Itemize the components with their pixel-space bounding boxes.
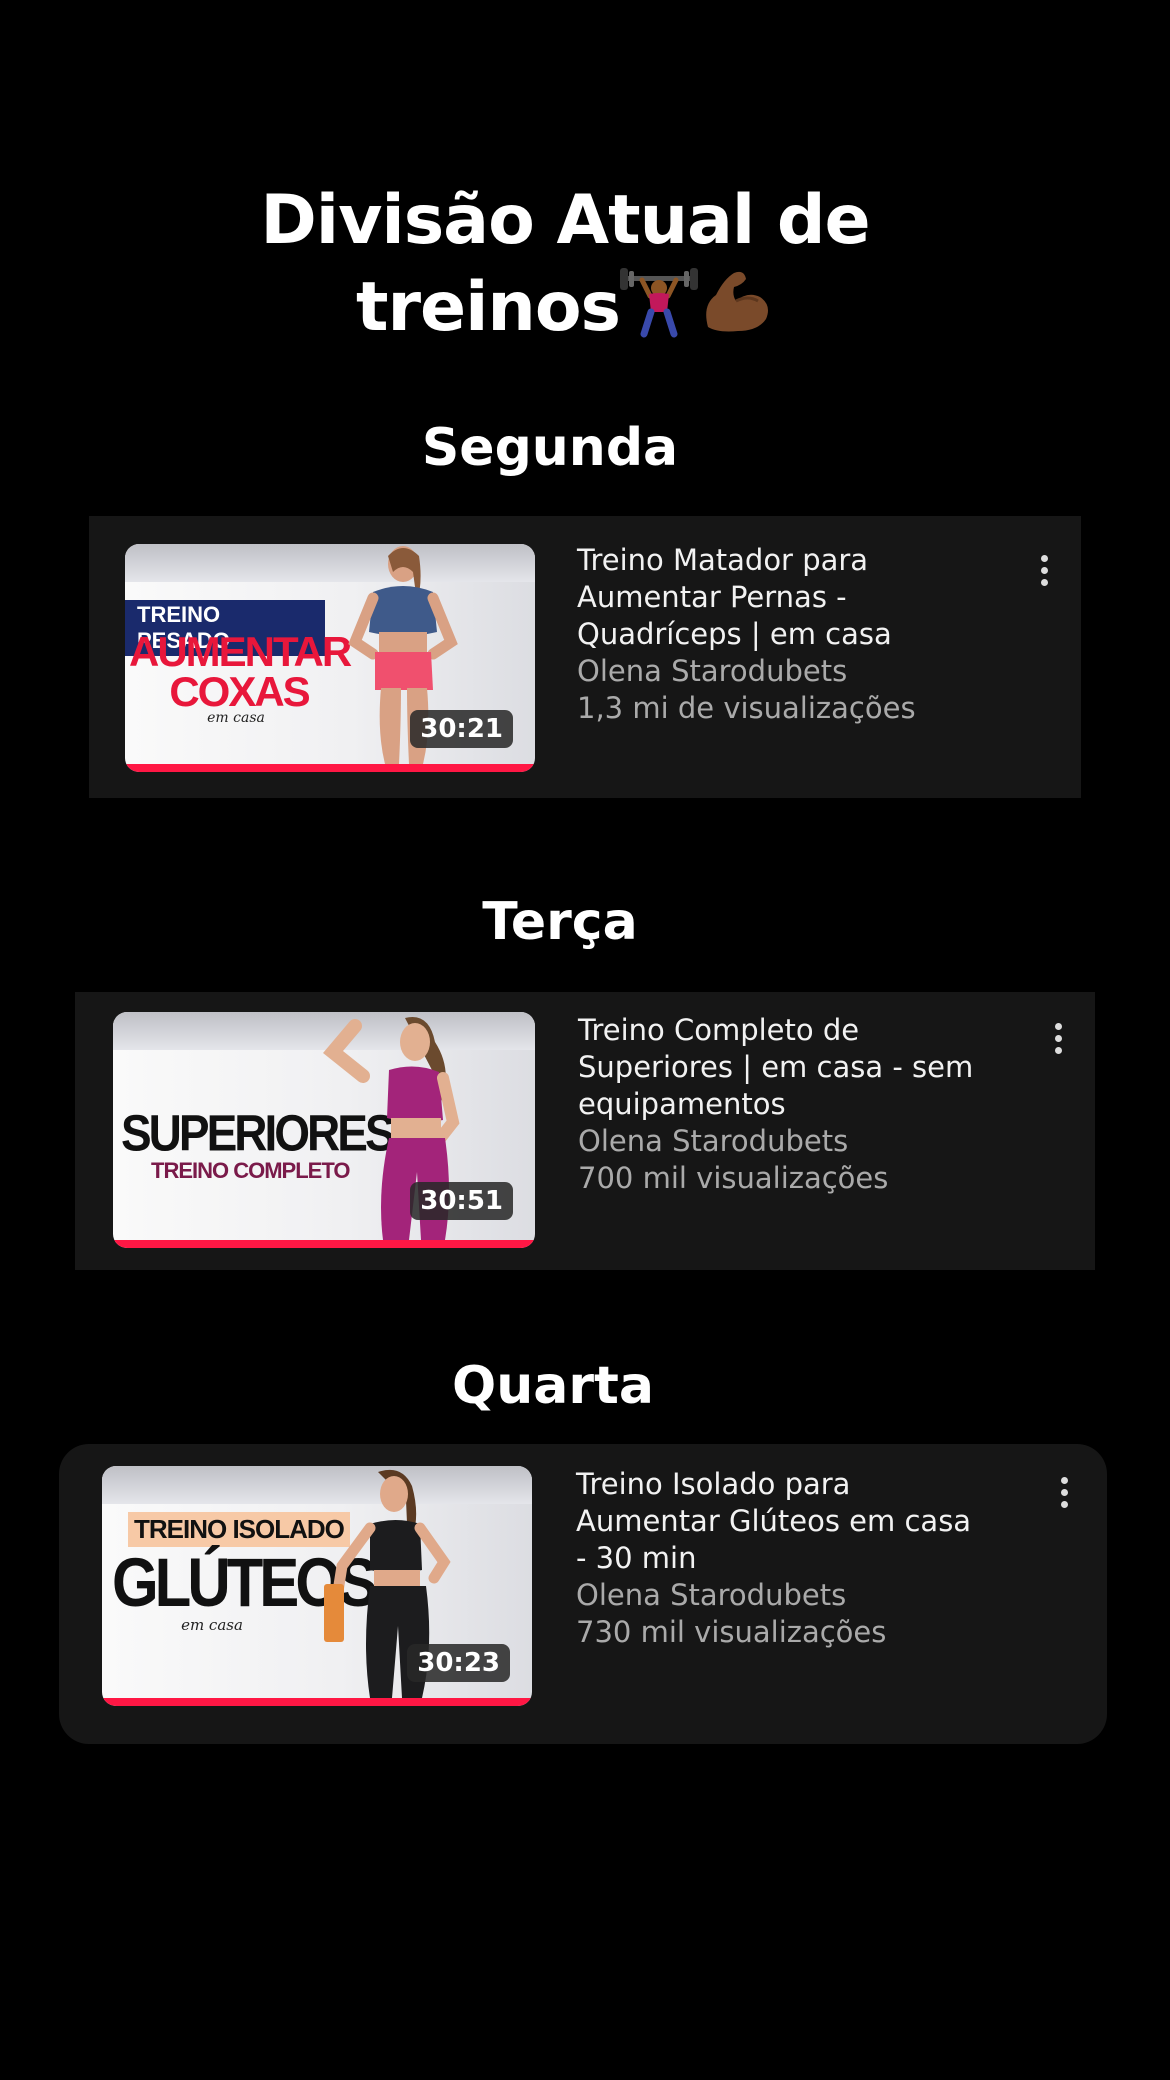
thumbnail-headline-line2: COXAS [169, 668, 310, 715]
video-title-line: Treino Completo de [578, 1013, 860, 1047]
channel-name[interactable]: Olena Starodubets [576, 1577, 1016, 1614]
video-title-line: Aumentar Pernas - [577, 580, 847, 614]
flexed-biceps-emoji-icon [698, 265, 774, 358]
video-title-line: Treino Isolado para [576, 1467, 851, 1501]
video-title[interactable]: Treino Completo de Superiores | em casa … [578, 1012, 1018, 1123]
view-count: 730 mil visualizações [576, 1615, 887, 1649]
more-vertical-icon[interactable] [1048, 1020, 1068, 1060]
video-title-line: Quadríceps | em casa [577, 617, 892, 651]
video-title-line: Aumentar Glúteos em casa [576, 1504, 972, 1538]
video-card[interactable]: TREINO ISOLADO GLÚTEOS em casa 30:23 Tre… [59, 1444, 1107, 1744]
video-thumbnail[interactable]: TREINO ISOLADO GLÚTEOS em casa 30:23 [102, 1466, 532, 1706]
more-vertical-icon[interactable] [1034, 552, 1054, 592]
day-heading-quarta: Quarta [452, 1356, 654, 1416]
watch-progress-bar [113, 1240, 535, 1248]
thumbnail-headline-line1: AUMENTAR [129, 628, 352, 675]
channel-name[interactable]: Olena Starodubets [577, 653, 1017, 690]
video-card[interactable]: TREINO PESADO AUMENTAR COXAS em casa 30:… [89, 516, 1081, 798]
watch-progress-bar [102, 1698, 532, 1706]
thumbnail-tag: TREINO ISOLADO [128, 1512, 350, 1547]
video-title-line: equipamentos [578, 1087, 786, 1121]
video-title-line: - 30 min [576, 1541, 697, 1575]
page-title-line2-text: treinos [355, 268, 621, 348]
video-info: Treino Completo de Superiores | em casa … [578, 1012, 1018, 1197]
day-heading-segunda: Segunda [421, 418, 679, 478]
video-thumbnail[interactable]: SUPERIORES TREINO COMPLETO 30:51 [113, 1012, 535, 1248]
day-heading-terca: Terça [482, 892, 638, 952]
weightlifter-emoji-icon [620, 264, 699, 359]
channel-name[interactable]: Olena Starodubets [578, 1123, 1018, 1160]
video-duration: 30:21 [410, 710, 513, 748]
video-title-line: Superiores | em casa - sem [578, 1050, 974, 1084]
watch-progress-bar [125, 764, 535, 772]
video-info: Treino Matador para Aumentar Pernas - Qu… [577, 542, 1017, 727]
thumbnail-subtitle: em casa [207, 710, 265, 726]
view-count: 1,3 mi de visualizações [577, 691, 916, 725]
thumbnail-headline: AUMENTAR COXAS [129, 628, 352, 715]
video-title[interactable]: Treino Matador para Aumentar Pernas - Qu… [577, 542, 1017, 653]
video-thumbnail[interactable]: TREINO PESADO AUMENTAR COXAS em casa 30:… [125, 544, 535, 772]
page-title-line1: Divisão Atual de [260, 181, 870, 260]
video-info: Treino Isolado para Aumentar Glúteos em … [576, 1466, 1016, 1651]
thumbnail-subtitle: em casa [181, 1616, 243, 1634]
video-duration: 30:23 [407, 1644, 510, 1682]
screen: Divisão Atual de treinos Segunda TREINO … [0, 0, 1170, 2080]
video-card[interactable]: SUPERIORES TREINO COMPLETO 30:51 Treino … [75, 992, 1095, 1270]
video-title-line: Treino Matador para [577, 543, 869, 577]
video-duration: 30:51 [410, 1182, 513, 1220]
page-title-line2: treinos [0, 264, 1130, 359]
page-title: Divisão Atual de treinos [0, 178, 1130, 359]
view-count: 700 mil visualizações [578, 1161, 889, 1195]
more-vertical-icon[interactable] [1054, 1474, 1074, 1514]
video-title[interactable]: Treino Isolado para Aumentar Glúteos em … [576, 1466, 1016, 1577]
thumbnail-background [125, 544, 535, 582]
